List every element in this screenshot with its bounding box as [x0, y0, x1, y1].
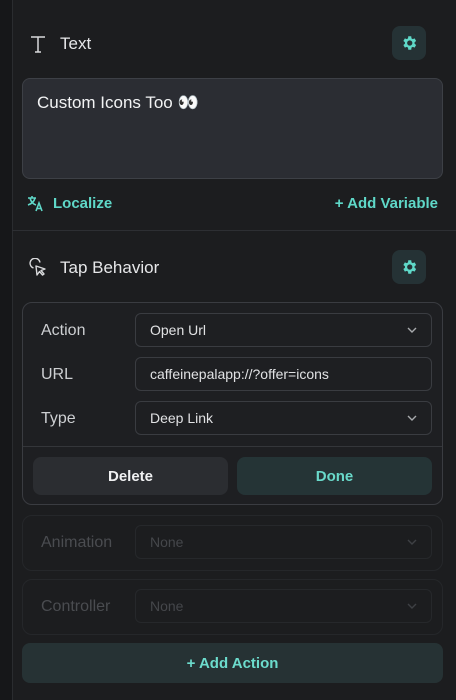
gear-icon — [403, 260, 417, 274]
animation-select: None — [135, 525, 432, 559]
animation-select-value: None — [150, 534, 184, 550]
section-divider — [12, 230, 456, 231]
controller-row: Controller None — [22, 579, 443, 635]
chevron-down-icon — [407, 539, 417, 545]
controller-label: Controller — [41, 598, 111, 615]
type-select-value: Deep Link — [150, 410, 214, 426]
text-section-title: Text — [60, 34, 92, 53]
tap-cursor-icon — [29, 258, 46, 276]
chevron-down-icon — [407, 415, 417, 421]
url-input-value: caffeinepalapp://?offer=icons — [150, 366, 329, 382]
type-select[interactable]: Deep Link — [135, 401, 432, 435]
text-content-field[interactable]: Custom Icons Too 👀 — [22, 78, 443, 179]
text-settings-button[interactable] — [392, 26, 426, 60]
controller-select: None — [135, 589, 432, 623]
tap-settings-button[interactable] — [392, 250, 426, 284]
url-input[interactable]: caffeinepalapp://?offer=icons — [135, 357, 432, 391]
left-gutter — [0, 0, 12, 700]
add-action-button[interactable]: + Add Action — [22, 643, 443, 683]
animation-label: Animation — [41, 534, 113, 551]
type-label: Type — [41, 410, 76, 427]
done-button[interactable]: Done — [237, 457, 432, 495]
add-variable-link[interactable]: + Add Variable — [335, 195, 438, 212]
chevron-down-icon — [407, 327, 417, 333]
controller-select-value: None — [150, 598, 184, 614]
text-icon — [31, 36, 45, 53]
animation-row: Animation None — [22, 515, 443, 571]
action-select-value: Open Url — [150, 322, 207, 338]
gear-icon — [403, 36, 417, 50]
localize-link[interactable]: Localize — [22, 194, 112, 212]
tap-section-header: Tap Behavior — [12, 240, 444, 296]
action-select[interactable]: Open Url — [135, 313, 432, 347]
delete-button[interactable]: Delete — [33, 457, 228, 495]
url-label: URL — [41, 366, 74, 383]
tap-section-title: Tap Behavior — [60, 258, 160, 277]
action-label: Action — [41, 322, 86, 339]
text-actions-row: Localize + Add Variable — [22, 190, 438, 216]
translate-icon — [27, 196, 43, 212]
tap-action-card: Action Open Url URL caffeinepalapp://?of… — [22, 302, 443, 505]
localize-label: Localize — [53, 194, 113, 212]
chevron-down-icon — [407, 603, 417, 609]
card-divider — [23, 446, 442, 447]
text-section-header: Text — [12, 16, 444, 72]
